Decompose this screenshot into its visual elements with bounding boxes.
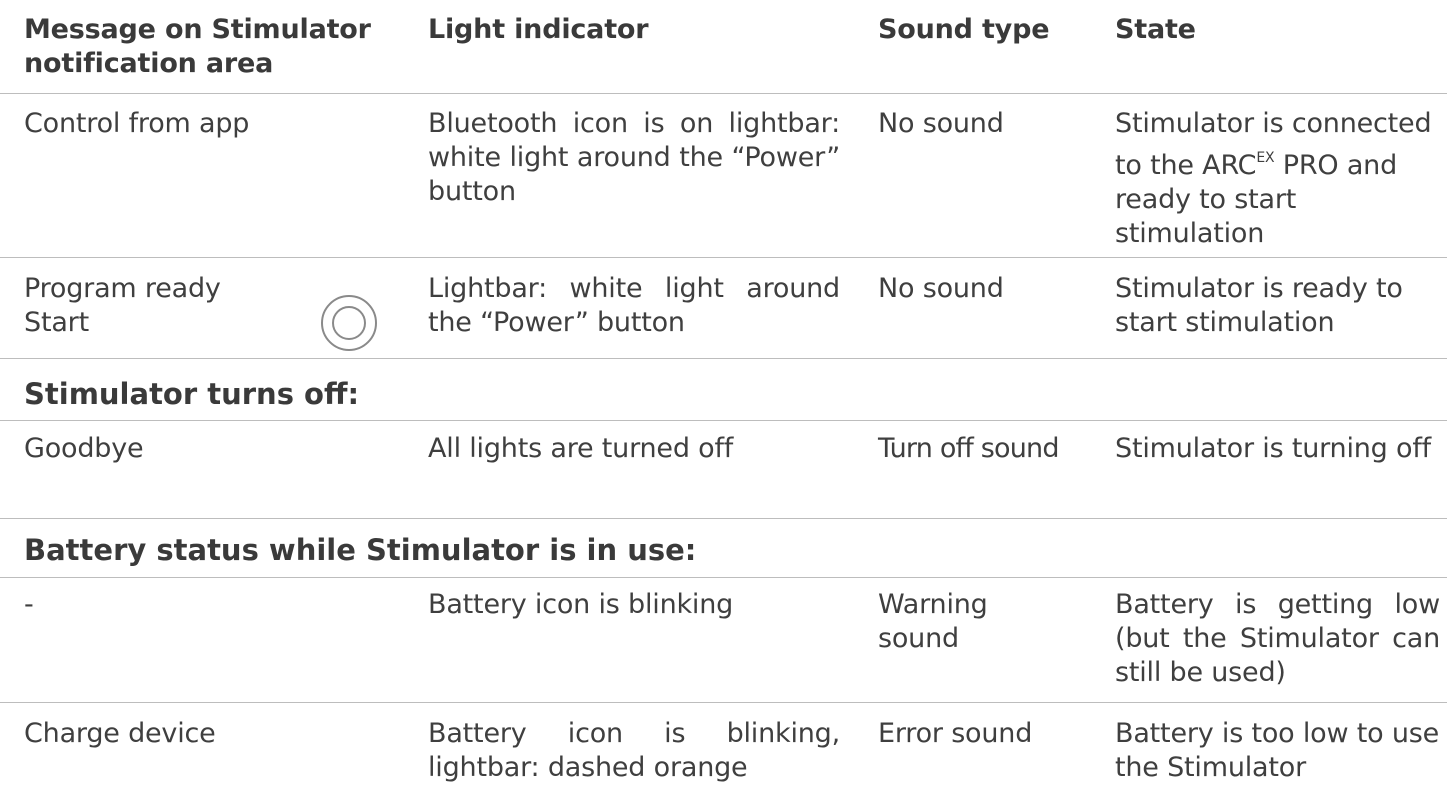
divider (0, 358, 1447, 359)
row-message: Goodbye (24, 433, 144, 464)
row-light: Battery icon is blinking (428, 589, 734, 620)
row-message: Control from app (24, 108, 250, 139)
divider (0, 577, 1447, 578)
divider (0, 93, 1447, 94)
divider (0, 702, 1447, 703)
row-sound: Turn off sound (878, 433, 1059, 464)
row-message: - (24, 589, 34, 620)
row-state: Stimulator is connected to the ARCEX PRO… (1115, 108, 1432, 249)
header-message: Message on Stimulator notification area (24, 14, 371, 79)
row-state: Stimulator is turning off (1115, 433, 1431, 464)
row-sound: No sound (878, 108, 1004, 139)
header-light: Light indicator (428, 14, 649, 45)
power-ring-icon (321, 295, 377, 351)
row-state: Stimulator is ready to start stimulation (1115, 273, 1403, 338)
row-light: Lightbar: white light around the “Power”… (428, 273, 840, 338)
row-sound: Error sound (878, 718, 1033, 749)
row-state: Battery is getting low (but the Stimulat… (1115, 589, 1440, 688)
divider (0, 518, 1447, 519)
header-state: State (1115, 14, 1196, 45)
header-sound: Sound type (878, 14, 1050, 45)
row-light: Bluetooth icon is on lightbar: white lig… (428, 108, 840, 207)
row-sound: No sound (878, 273, 1004, 304)
section-title-off: Stimulator turns off: (24, 377, 360, 411)
row-sound: Warning sound (878, 589, 988, 654)
row-light: Battery icon is blinking, lightbar: dash… (428, 718, 840, 783)
row-light: All lights are turned off (428, 433, 734, 464)
divider (0, 257, 1447, 258)
divider (0, 420, 1447, 421)
row-state: Battery is too low to use the Stimulator (1115, 718, 1440, 783)
section-title-battery: Battery status while Stimulator is in us… (24, 533, 697, 567)
row-message: Charge device (24, 718, 216, 749)
